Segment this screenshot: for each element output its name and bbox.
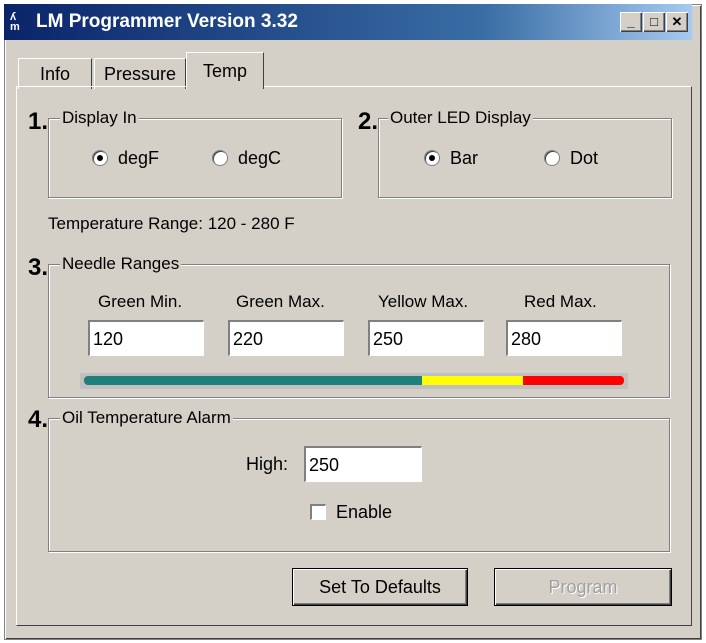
enable-checkbox[interactable] — [310, 504, 326, 520]
green-max-label: Green Max. — [236, 292, 325, 311]
display-in-label: Display In — [60, 108, 139, 128]
degf-label[interactable]: degF — [118, 148, 159, 169]
oil-alarm-group — [48, 418, 670, 552]
needle-range-bar — [80, 373, 628, 389]
app-logo-icon: ʎm — [10, 11, 20, 33]
bar-radio[interactable] — [424, 150, 440, 166]
bar-label[interactable]: Bar — [450, 148, 478, 169]
green-max-input[interactable]: 220 — [228, 320, 344, 356]
yellow-max-input[interactable]: 250 — [368, 320, 484, 356]
close-button[interactable]: ✕ — [666, 12, 688, 32]
title-bar[interactable]: ʎm LM Programmer Version 3.32 _ □ ✕ — [4, 4, 692, 40]
set-to-defaults-button[interactable]: Set To Defaults — [292, 568, 468, 606]
green-min-input[interactable]: 120 — [88, 320, 204, 356]
high-label: High: — [246, 454, 289, 474]
program-button[interactable]: Program — [494, 568, 672, 606]
section-number-3: 3. — [28, 254, 49, 282]
tab-info[interactable]: Info — [18, 58, 92, 89]
green-range-segment — [84, 376, 422, 385]
dot-label[interactable]: Dot — [570, 148, 598, 169]
green-min-label: Green Min. — [98, 292, 183, 311]
degf-radio[interactable] — [92, 150, 108, 166]
oil-alarm-label: Oil Temperature Alarm — [60, 408, 233, 428]
enable-label[interactable]: Enable — [336, 502, 392, 523]
minimize-button[interactable]: _ — [620, 12, 642, 32]
tab-temp[interactable]: Temp — [186, 52, 264, 89]
section-number-4: 4. — [28, 406, 49, 434]
red-max-input[interactable]: 280 — [506, 320, 622, 356]
needle-ranges-label: Needle Ranges — [60, 254, 182, 274]
red-max-label: Red Max. — [524, 292, 597, 311]
yellow-max-label: Yellow Max. — [378, 292, 469, 311]
red-range-segment — [522, 376, 624, 385]
outer-led-group — [378, 118, 672, 198]
temperature-range-text: Temperature Range: 120 - 280 F — [48, 214, 295, 233]
high-alarm-input[interactable]: 250 — [304, 446, 422, 482]
maximize-button[interactable]: □ — [643, 12, 665, 32]
degc-radio[interactable] — [212, 150, 228, 166]
window-title: LM Programmer Version 3.32 — [36, 11, 298, 32]
tab-pressure[interactable]: Pressure — [94, 58, 186, 89]
degc-label[interactable]: degC — [238, 148, 281, 169]
dot-radio[interactable] — [544, 150, 560, 166]
outer-led-label: Outer LED Display — [388, 108, 533, 128]
section-number-1: 1. — [28, 108, 49, 136]
section-number-2: 2. — [358, 108, 379, 136]
yellow-range-segment — [421, 376, 523, 385]
